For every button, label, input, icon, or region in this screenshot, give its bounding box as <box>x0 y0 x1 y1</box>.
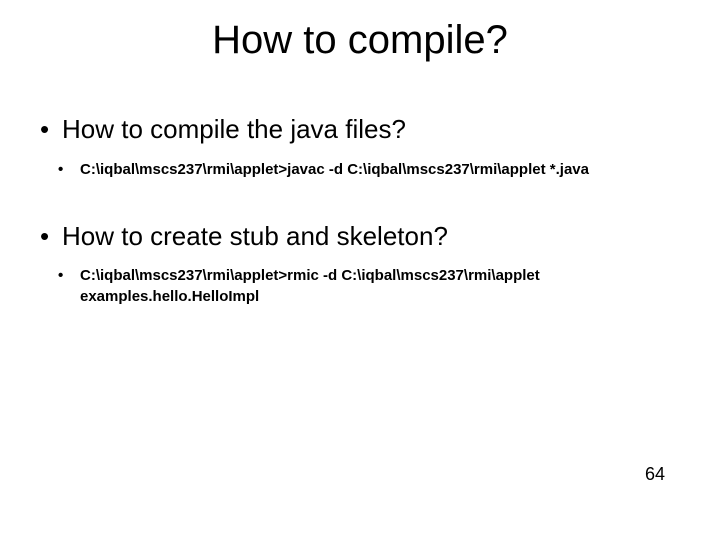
question-compile: How to compile the java files? <box>40 113 680 146</box>
bullet-list: How to compile the java files? C:\iqbal\… <box>40 113 680 307</box>
slide-title: How to compile? <box>40 18 680 63</box>
slide: How to compile? How to compile the java … <box>0 0 720 540</box>
command-rmic: C:\iqbal\mscs237\rmi\applet>rmic -d C:\i… <box>40 266 680 307</box>
command-rmic-line2: examples.hello.HelloImpl <box>80 287 680 307</box>
command-javac: C:\iqbal\mscs237\rmi\applet>javac -d C:\… <box>40 160 680 180</box>
command-rmic-line1: C:\iqbal\mscs237\rmi\applet>rmic -d C:\i… <box>80 267 540 284</box>
page-number: 64 <box>645 464 665 485</box>
question-stub: How to create stub and skeleton? <box>40 220 680 253</box>
